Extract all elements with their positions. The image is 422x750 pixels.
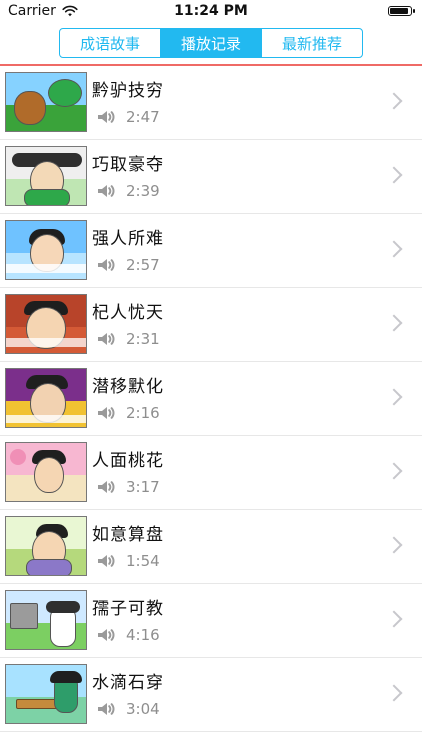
list-item[interactable]: 潜移默化 2:16: [0, 362, 422, 436]
thumb-caption-band: [6, 415, 86, 423]
chevron-right-icon: [385, 388, 403, 406]
chevron-right-icon: [385, 166, 403, 184]
story-title: 强人所难: [92, 229, 164, 249]
story-duration: 3:17: [126, 478, 160, 496]
story-title: 孺子可教: [92, 599, 164, 619]
list-item[interactable]: 人面桃花 3:17: [0, 436, 422, 510]
speaker-icon: [98, 481, 115, 493]
battery-icon: [388, 6, 415, 16]
thumb-robe: [24, 189, 70, 205]
story-meta: 2:16: [96, 404, 160, 422]
story-title: 人面桃花: [92, 451, 164, 471]
status-bar: Carrier 11:24 PM: [0, 0, 422, 22]
list-item[interactable]: 水滴石穿 3:04: [0, 658, 422, 732]
speaker-icon: [98, 259, 115, 271]
story-title: 杞人忧天: [92, 303, 164, 323]
status-time: 11:24 PM: [174, 3, 248, 19]
story-duration: 2:31: [126, 330, 160, 348]
speaker-icon: [98, 185, 115, 197]
thumb-character: [50, 607, 76, 647]
tab-idiom-stories[interactable]: 成语故事: [60, 29, 160, 57]
story-meta: 2:47: [96, 108, 160, 126]
tab-latest-recommendations[interactable]: 最新推荐: [261, 29, 362, 57]
list-item[interactable]: 强人所难 2:57: [0, 214, 422, 288]
thumb-caption-band: [6, 264, 86, 273]
thumbnail: [5, 220, 87, 280]
thumbnail: [5, 590, 87, 650]
thumbnail: [5, 294, 87, 354]
story-meta: 2:57: [96, 256, 160, 274]
list-item[interactable]: 杞人忧天 2:31: [0, 288, 422, 362]
thumb-caption-band: [6, 338, 86, 347]
thumb-house: [10, 603, 38, 629]
list-item[interactable]: 黔驴技穷 2:47: [0, 66, 422, 140]
story-duration: 4:16: [126, 626, 160, 644]
thumb-face: [34, 457, 64, 493]
thumb-hat: [50, 671, 82, 683]
story-meta: 2:31: [96, 330, 160, 348]
chevron-right-icon: [385, 462, 403, 480]
thumb-robe: [26, 559, 72, 575]
speaker-icon: [98, 629, 115, 641]
segmented-control: 成语故事 播放记录 最新推荐: [59, 28, 363, 58]
thumbnail: [5, 368, 87, 428]
story-title: 潜移默化: [92, 377, 164, 397]
thumb-flowers: [10, 449, 26, 465]
story-meta: 3:04: [96, 700, 160, 718]
thumbnail: [5, 72, 87, 132]
story-meta: 4:16: [96, 626, 160, 644]
list-item[interactable]: 巧取豪夺 2:39: [0, 140, 422, 214]
battery-fill: [390, 8, 408, 14]
story-duration: 1:54: [126, 552, 160, 570]
thumb-hat: [46, 601, 80, 613]
thumbnail: [5, 146, 87, 206]
story-meta: 3:17: [96, 478, 160, 496]
chevron-right-icon: [385, 92, 403, 110]
story-title: 巧取豪夺: [92, 155, 164, 175]
speaker-icon: [98, 407, 115, 419]
story-duration: 2:47: [126, 108, 160, 126]
story-duration: 3:04: [126, 700, 160, 718]
story-title: 黔驴技穷: [92, 81, 164, 101]
story-meta: 2:39: [96, 182, 160, 200]
story-meta: 1:54: [96, 552, 160, 570]
story-title: 水滴石穿: [92, 673, 164, 693]
list-item[interactable]: 孺子可教 4:16: [0, 584, 422, 658]
story-duration: 2:57: [126, 256, 160, 274]
story-duration: 2:39: [126, 182, 160, 200]
story-title: 如意算盘: [92, 525, 164, 545]
story-duration: 2:16: [126, 404, 160, 422]
thumb-foliage: [48, 79, 82, 107]
speaker-icon: [98, 555, 115, 567]
chevron-right-icon: [385, 610, 403, 628]
thumbnail: [5, 664, 87, 724]
thumbnail: [5, 442, 87, 502]
chevron-right-icon: [385, 240, 403, 258]
history-list: 黔驴技穷 2:47 巧取豪夺 2:39 强人所难 2:57 杞人忧天 2:31 …: [0, 66, 422, 744]
chevron-right-icon: [385, 314, 403, 332]
speaker-icon: [98, 333, 115, 345]
tab-play-history[interactable]: 播放记录: [160, 29, 261, 57]
chevron-right-icon: [385, 536, 403, 554]
speaker-icon: [98, 703, 115, 715]
thumbnail: [5, 516, 87, 576]
list-item[interactable]: 如意算盘 1:54: [0, 510, 422, 584]
list-item-partial: [0, 732, 422, 744]
speaker-icon: [98, 111, 115, 123]
chevron-right-icon: [385, 684, 403, 702]
thumb-character: [14, 91, 46, 125]
